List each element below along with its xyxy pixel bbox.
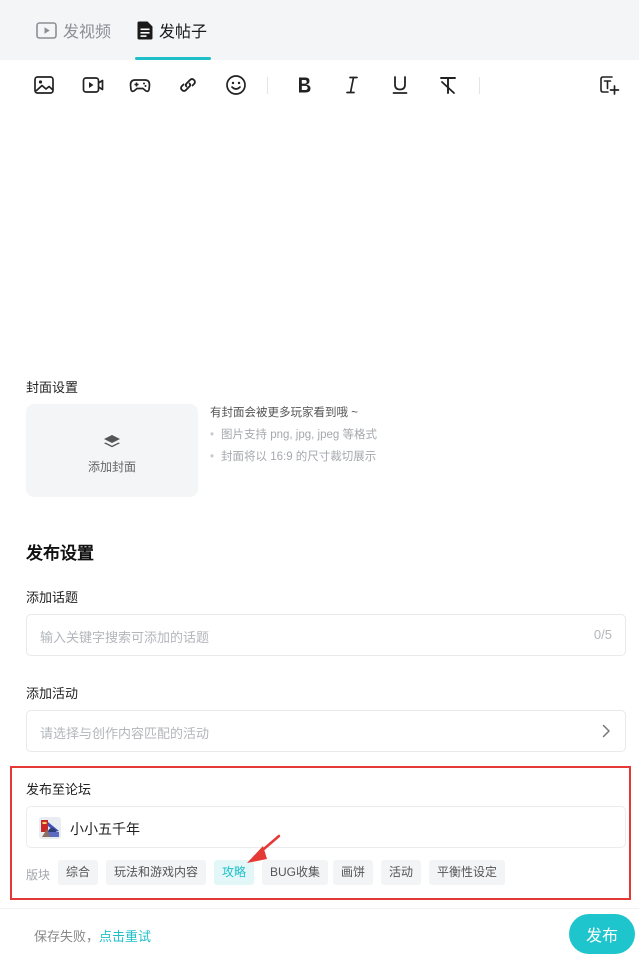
save-status: 保存失败，点击重试: [34, 926, 151, 945]
tab-post[interactable]: 发帖子: [137, 17, 207, 43]
forum-label: 发布至论坛: [26, 782, 92, 797]
cover-tip-title: 有封面会被更多玩家看到哦 ~: [210, 407, 358, 419]
forum-game-name: 小小五千年: [70, 821, 140, 837]
section-chip-gameplay[interactable]: 玩法和游戏内容: [106, 860, 207, 885]
retry-link[interactable]: 点击重试: [99, 929, 151, 944]
gamepad-icon[interactable]: [128, 73, 152, 97]
topic-placeholder: 输入关键字搜索可添加的话题: [40, 630, 210, 645]
topic-search-input[interactable]: 输入关键字搜索可添加的话题 0/5: [26, 614, 626, 656]
cover-tip-formats: 图片支持 png, jpg, jpeg 等格式: [210, 427, 377, 449]
editor-tabbar: 发视频 发帖子: [0, 0, 639, 60]
video-icon[interactable]: [81, 73, 105, 97]
play-video-icon: [36, 21, 57, 39]
tab-video[interactable]: 发视频: [36, 17, 111, 43]
activity-select[interactable]: 请选择与创作内容匹配的活动: [26, 710, 626, 752]
link-icon[interactable]: [176, 73, 200, 97]
cover-settings-label: 封面设置: [26, 380, 79, 395]
add-cover-button[interactable]: 添加封面: [26, 404, 198, 497]
chevron-right-icon: [601, 724, 611, 738]
save-failed-text: 保存失败，: [34, 929, 100, 944]
italic-icon[interactable]: [340, 73, 364, 97]
emoji-icon[interactable]: [224, 73, 248, 97]
publish-settings-title: 发布设置: [26, 544, 94, 563]
section-chip-plans[interactable]: 画饼: [333, 860, 374, 885]
bold-icon[interactable]: [292, 73, 316, 97]
text-add-icon[interactable]: [597, 73, 621, 97]
image-icon[interactable]: [32, 73, 56, 97]
editor-toolbar: [0, 60, 639, 112]
section-chip-balance[interactable]: 平衡性设定: [429, 860, 506, 885]
clear-format-icon[interactable]: [436, 73, 460, 97]
topic-count: 0/5: [593, 627, 612, 642]
document-icon: [137, 21, 153, 40]
activity-placeholder: 请选择与创作内容匹配的活动: [40, 726, 210, 741]
toolbar-divider: [479, 77, 480, 94]
toolbar-divider: [267, 77, 268, 94]
publish-button[interactable]: 发布: [569, 914, 635, 954]
section-chip-general[interactable]: 综合: [58, 860, 99, 885]
footer-divider: [0, 908, 639, 909]
section-chip-events[interactable]: 活动: [381, 860, 422, 885]
post-content-editor[interactable]: [26, 115, 613, 365]
cover-tip-crop: 封面将以 16:9 的尺寸裁切展示: [210, 449, 377, 471]
annotation-arrow-icon: [244, 834, 282, 866]
forum-game-select[interactable]: 小小五千年: [26, 806, 626, 848]
section-label: 版块: [26, 868, 51, 882]
cover-tips: 有封面会被更多玩家看到哦 ~ 图片支持 png, jpg, jpeg 等格式 封…: [210, 405, 377, 471]
add-cover-label: 添加封面: [87, 460, 136, 474]
activity-label: 添加活动: [26, 686, 79, 701]
layers-icon: [103, 434, 121, 450]
underline-icon[interactable]: [388, 73, 412, 97]
game-avatar-icon: [39, 817, 61, 839]
topic-label: 添加话题: [26, 590, 79, 605]
tab-video-label: 发视频: [63, 24, 112, 41]
tab-post-label: 发帖子: [159, 24, 208, 41]
